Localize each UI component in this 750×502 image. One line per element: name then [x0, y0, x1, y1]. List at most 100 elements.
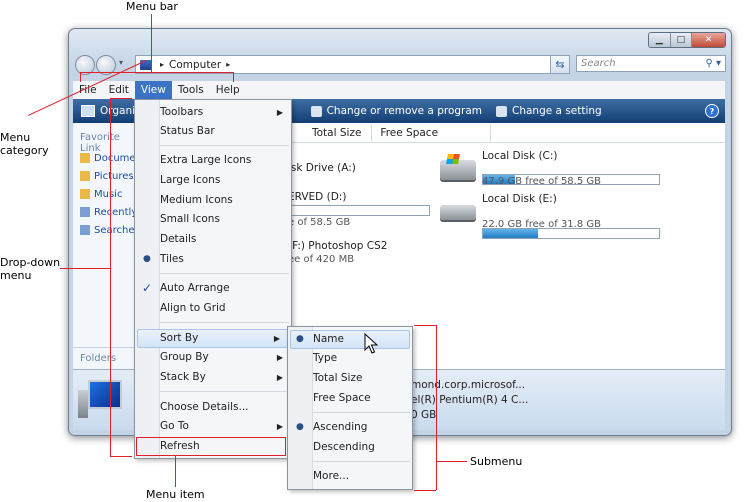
- folder-icon: [80, 171, 90, 181]
- callout-line: [437, 461, 467, 462]
- menu-item-sort-by[interactable]: Sort By ▶: [137, 329, 289, 348]
- checkmark-icon: ✓: [142, 281, 153, 295]
- menu-view[interactable]: View: [134, 81, 172, 99]
- callout-text: menu: [0, 269, 32, 282]
- menu-tools[interactable]: Tools: [172, 81, 210, 99]
- windows-logo-icon: [446, 154, 460, 164]
- link-label: Pictures: [94, 171, 134, 182]
- callout-line: [110, 98, 132, 99]
- change-remove-program-button[interactable]: Change or remove a program: [327, 105, 482, 117]
- refresh-icon[interactable]: ⇆: [550, 55, 570, 74]
- callout-line: [175, 455, 176, 487]
- navigation-pane: Favorite Link Docume Pictures Music Rece…: [73, 123, 140, 369]
- minimize-button[interactable]: ▁: [649, 33, 671, 47]
- link-label: Docume: [94, 153, 136, 164]
- radio-bullet-icon: ●: [296, 334, 304, 344]
- folder-icon: [80, 189, 90, 199]
- submenu-item-name[interactable]: ● Name: [290, 330, 410, 349]
- recent-pages-chevron-icon[interactable]: ▾: [119, 58, 123, 67]
- view-dropdown-menu: Toolbars ▶ Status Bar Extra Large Icons L…: [134, 99, 292, 459]
- callout-text: Menu: [0, 131, 31, 144]
- settings-icon: [496, 105, 508, 117]
- drive-e-label[interactable]: Local Disk (E:): [482, 193, 557, 205]
- breadcrumb-chevron-icon: ▸: [160, 60, 165, 69]
- callout-highlight-box: [136, 437, 286, 456]
- favorite-link-pictures[interactable]: Pictures: [80, 171, 134, 182]
- hard-drive-icon: [440, 205, 476, 220]
- change-setting-button[interactable]: Change a setting: [512, 105, 602, 117]
- link-label: Searche: [94, 225, 135, 236]
- folders-header[interactable]: Folders: [73, 347, 139, 364]
- submenu-item-total-size[interactable]: Total Size: [288, 369, 412, 388]
- menu-item-details[interactable]: Details: [135, 230, 291, 249]
- drive-d-label[interactable]: ERVED (D:): [288, 191, 346, 203]
- menu-bar: File Edit View Tools Help: [73, 81, 725, 99]
- menu-item-tiles[interactable]: ● Tiles: [135, 250, 291, 269]
- favorite-link-searches[interactable]: Searche: [80, 225, 135, 236]
- drive-c-free: 47.9 GB free of 58.5 GB: [482, 176, 601, 187]
- column-total-size[interactable]: Total Size: [290, 125, 373, 142]
- submenu-item-type[interactable]: Type: [288, 349, 412, 368]
- search-placeholder: Search: [581, 58, 616, 69]
- submenu-item-free-space[interactable]: Free Space: [288, 389, 412, 408]
- callout-line: [110, 456, 132, 457]
- menu-help[interactable]: Help: [210, 81, 246, 99]
- drive-c-label[interactable]: Local Disk (C:): [482, 150, 558, 162]
- menu-item-small-icons[interactable]: Small Icons: [135, 210, 291, 229]
- sort-by-submenu: ● Name Type Total Size Free Space ● Ascend…: [287, 326, 413, 490]
- help-icon[interactable]: ?: [705, 104, 719, 118]
- submenu-item-descending[interactable]: Descending: [288, 438, 412, 457]
- breadcrumb-computer[interactable]: Computer: [169, 59, 221, 71]
- favorite-link-recently[interactable]: Recently: [80, 207, 137, 218]
- program-icon: [310, 105, 322, 117]
- favorite-link-documents[interactable]: Docume: [80, 153, 136, 164]
- favorite-link-music[interactable]: Music: [80, 189, 122, 200]
- submenu-item-ascending[interactable]: ● Ascending: [288, 418, 412, 437]
- computer-icon: [78, 380, 122, 420]
- callout-line: [414, 490, 436, 491]
- callout-line: [414, 325, 436, 326]
- callout-line: [151, 14, 152, 72]
- search-icon[interactable]: ⚲ ▾: [705, 58, 721, 69]
- menu-item-align-to-grid[interactable]: Align to Grid: [135, 299, 291, 318]
- menu-item-extra-large-icons[interactable]: Extra Large Icons: [135, 151, 291, 170]
- callout-dropdown-menu: Drop-down menu: [0, 256, 60, 282]
- menu-item-group-by[interactable]: Group By ▶: [135, 348, 291, 367]
- callout-line: [233, 72, 234, 82]
- callout-text: Drop-down: [0, 256, 61, 269]
- menu-edit[interactable]: Edit: [103, 81, 135, 99]
- menu-item-go-to[interactable]: Go To ▶: [135, 417, 291, 436]
- callout-line: [60, 268, 110, 269]
- drive-d-usage-bar: [288, 205, 430, 216]
- callout-text: category: [0, 144, 49, 157]
- callout-menu-category: Menu category: [0, 131, 49, 157]
- menu-item-medium-icons[interactable]: Medium Icons: [135, 191, 291, 210]
- callout-line: [80, 72, 81, 82]
- submenu-item-more[interactable]: More...: [288, 467, 412, 486]
- menu-item-auto-arrange[interactable]: ✓ Auto Arrange: [135, 279, 291, 298]
- search-input[interactable]: Search ⚲ ▾: [576, 55, 726, 72]
- callout-submenu: Submenu: [470, 455, 523, 468]
- breadcrumb-chevron-icon: ▸: [226, 60, 231, 69]
- maximize-button[interactable]: □: [670, 33, 693, 47]
- callout-menu-item: Menu item: [146, 488, 205, 501]
- drive-a-label[interactable]: isk Drive (A:): [288, 162, 356, 174]
- details-line-1: mond.corp.microsof...: [411, 379, 526, 391]
- menu-item-stack-by[interactable]: Stack By ▶: [135, 368, 291, 387]
- folder-icon: [80, 207, 90, 217]
- menu-file[interactable]: File: [73, 81, 103, 99]
- details-line-2: el(R) Pentium(R) 4 C...: [411, 394, 529, 406]
- menu-item-toolbars[interactable]: Toolbars ▶: [135, 103, 291, 122]
- drive-f-label[interactable]: (F:) Photoshop CS2: [288, 240, 387, 252]
- menu-item-choose-details[interactable]: Choose Details...: [135, 398, 291, 417]
- callout-menu-bar: Menu bar: [126, 0, 178, 13]
- menu-item-status-bar[interactable]: Status Bar: [135, 122, 291, 141]
- mouse-cursor-icon: [364, 333, 378, 354]
- callout-line: [80, 72, 233, 73]
- drive-f-free: ee of 420 MB: [288, 254, 355, 265]
- menu-item-large-icons[interactable]: Large Icons: [135, 171, 291, 190]
- callout-line: [436, 325, 437, 490]
- column-free-space[interactable]: Free Space: [372, 125, 492, 142]
- close-button[interactable]: ✕: [692, 33, 725, 47]
- folder-icon: [80, 153, 90, 163]
